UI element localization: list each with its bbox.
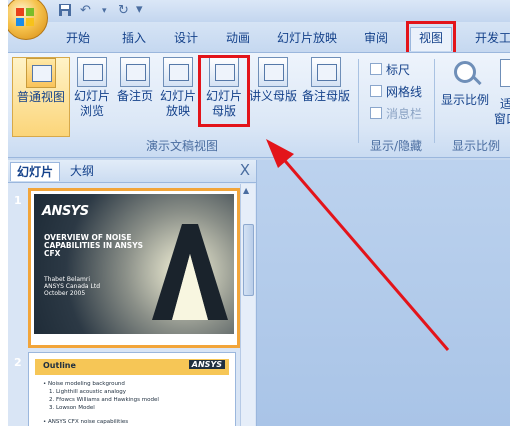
powerpoint-window: ↶ ▾ ↻ ▾ 开始 插入 设计 动画 幻灯片放映 审阅 视图 开发工 普通视图… <box>8 0 510 426</box>
office-logo-icon <box>16 8 34 26</box>
annotation-arrow <box>266 139 450 351</box>
